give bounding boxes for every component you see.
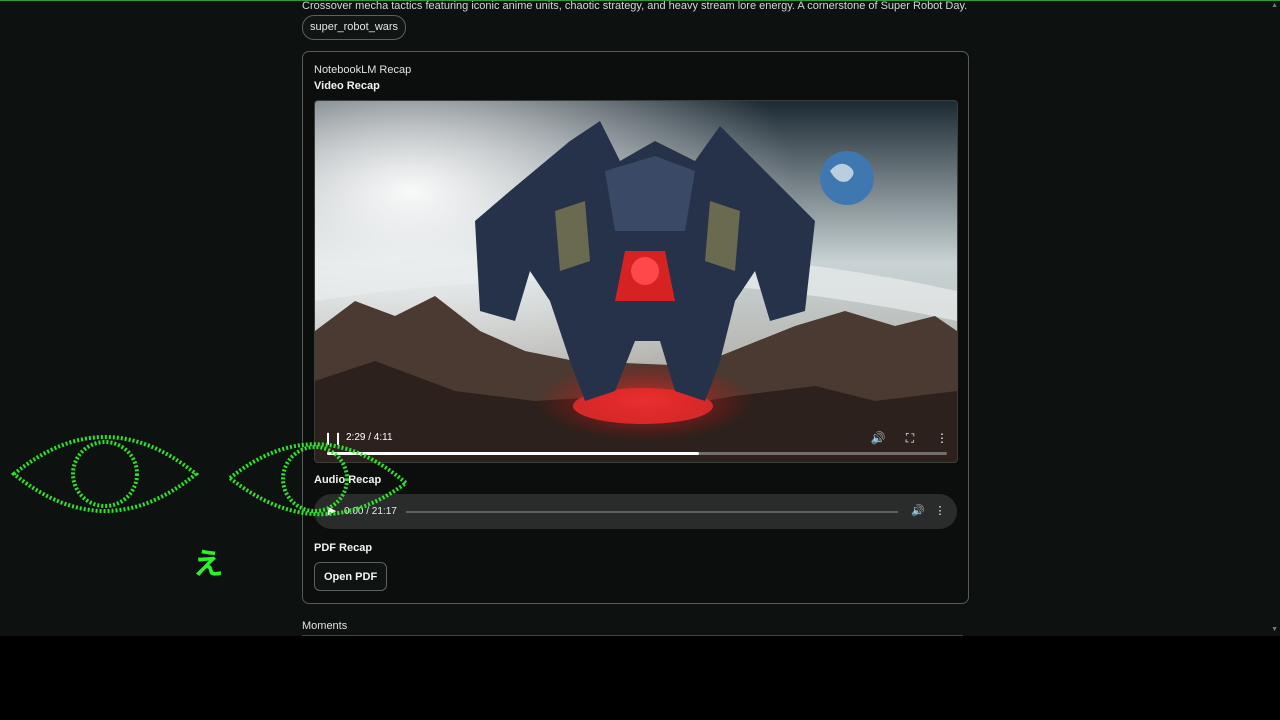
tag-chip[interactable]: super_robot_wars [302, 15, 407, 40]
moments-heading: Moments [302, 620, 348, 632]
video-frame-image [315, 101, 957, 462]
moments-divider [302, 635, 963, 636]
video-recap-heading: Video Recap [314, 80, 380, 92]
audio-recap-heading: Audio Recap [314, 474, 382, 486]
volume-icon[interactable]: 🔊 [911, 504, 925, 518]
eye-left-icon [10, 435, 200, 513]
pdf-recap-heading: PDF Recap [314, 542, 373, 554]
audio-player[interactable]: ▶ 0:00 / 21:17 🔊 ⋮ [314, 494, 957, 529]
game-description: Crossover mecha tactics featuring iconic… [302, 0, 968, 12]
video-progress-fill [327, 452, 699, 455]
recap-card: NotebookLM Recap Video Recap ❙❙ 2:29 / 4… [302, 51, 969, 604]
fullscreen-icon[interactable]: ⛶ [902, 430, 918, 446]
play-icon[interactable]: ▶ [325, 504, 339, 518]
video-player[interactable]: ❙❙ 2:29 / 4:11 🔊 ⛶ ⋮ [314, 100, 958, 463]
more-icon[interactable]: ⋮ [934, 430, 950, 446]
video-time: 2:29 / 4:11 [346, 432, 393, 443]
volume-icon[interactable]: 🔊 [870, 430, 886, 446]
video-progress-bar[interactable] [327, 452, 947, 455]
audio-time: 0:00 / 21:17 [344, 506, 397, 517]
page-viewport: Crossover mecha tactics featuring iconic… [0, 0, 1280, 636]
scroll-up-icon[interactable]: ▲ [1271, 2, 1278, 9]
open-pdf-button[interactable]: Open PDF [314, 562, 388, 591]
video-controls: ❙❙ 2:29 / 4:11 🔊 ⛶ ⋮ [315, 422, 957, 462]
scrollbar[interactable]: ▲ ▼ [1271, 0, 1280, 636]
audio-progress-bar[interactable] [406, 511, 898, 513]
scroll-down-icon[interactable]: ▼ [1271, 626, 1278, 633]
more-icon[interactable]: ⋮ [933, 504, 947, 518]
overlay-glyph: ぇ [190, 541, 226, 582]
pause-icon[interactable]: ❙❙ [323, 430, 343, 446]
card-title: NotebookLM Recap [314, 64, 412, 76]
